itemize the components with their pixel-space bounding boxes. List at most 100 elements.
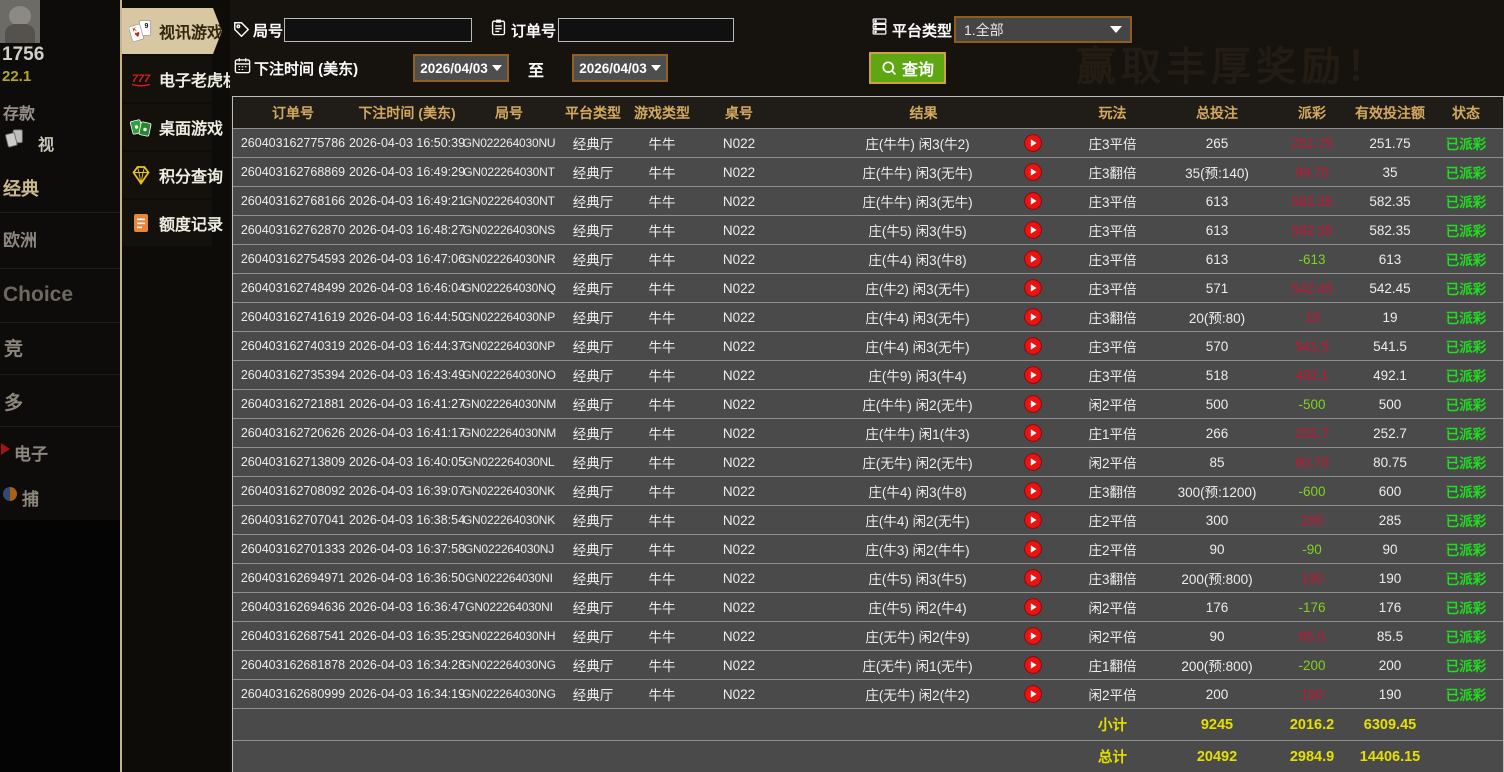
- valid-bet-cell: 251.75: [1369, 135, 1411, 151]
- order-number-input[interactable]: [558, 18, 734, 42]
- date-to-picker[interactable]: 2026/04/03: [572, 54, 668, 82]
- slot-777-icon: 777: [129, 67, 153, 91]
- order-number-cell: 260403162713809: [240, 455, 346, 469]
- valid-bet-cell: 90: [1382, 541, 1398, 557]
- menu-item-label: 额度记录: [159, 217, 224, 234]
- column-header: 平台类型: [565, 104, 621, 121]
- menu-item-video-games[interactable]: 9 K ♥ 视讯游戏: [122, 8, 222, 54]
- result-text: 庄(牛牛) 闲3(牛2): [865, 137, 970, 152]
- play-icon: [1024, 308, 1042, 326]
- replay-play-button[interactable]: [1024, 192, 1042, 210]
- replay-play-button[interactable]: [1024, 656, 1042, 674]
- menu-item-quota-records[interactable]: 额度记录: [122, 200, 223, 246]
- replay-play-button[interactable]: [1024, 163, 1042, 181]
- payout-cell: 251.75: [1291, 135, 1333, 151]
- table-number-cell: N022: [722, 483, 756, 499]
- order-number-cell: 260403162762870: [240, 223, 346, 237]
- round-number-cell: GN022264030NJ: [463, 542, 555, 556]
- payout-cell: 80.75: [1295, 454, 1329, 470]
- date-from-picker[interactable]: 2026/04/03: [413, 54, 509, 82]
- play-type-cell: 庄2平倍: [1088, 514, 1137, 529]
- column-header: 游戏类型: [634, 104, 690, 121]
- result-text: 庄(牛9) 闲3(牛4): [868, 369, 967, 384]
- divider: [0, 268, 120, 269]
- replay-play-button[interactable]: [1024, 453, 1042, 471]
- valid-bet-cell: 582.35: [1369, 222, 1411, 238]
- round-number-cell: GN022264030NM: [461, 426, 557, 440]
- table-number-cell: N022: [722, 222, 756, 238]
- total-bet-cell: 500: [1205, 396, 1229, 412]
- balance-amount: 1756: [2, 44, 45, 65]
- status-badge: 已派彩: [1445, 137, 1487, 152]
- order-number-cell: 260403162768166: [240, 194, 346, 208]
- platform-type-select[interactable]: 1.全部: [954, 16, 1132, 43]
- result-cell: 庄(牛牛) 闲3(无牛): [783, 158, 1064, 186]
- replay-play-button[interactable]: [1024, 250, 1042, 268]
- result-text: 庄(无牛) 闲2(牛9): [865, 630, 970, 645]
- replay-play-button[interactable]: [1024, 134, 1042, 152]
- valid-bet-cell: 542.45: [1369, 280, 1411, 296]
- round-number-input[interactable]: [284, 18, 472, 42]
- payout-cell: 190: [1300, 570, 1324, 586]
- replay-play-button[interactable]: [1024, 569, 1042, 587]
- status-badge: 已派彩: [1445, 543, 1487, 558]
- replay-play-button[interactable]: [1024, 337, 1042, 355]
- replay-play-button[interactable]: [1024, 482, 1042, 500]
- play-type-cell: 庄3平倍: [1088, 282, 1137, 297]
- playing-cards-icon: 9 K ♥: [129, 19, 153, 43]
- table-number-cell: N022: [722, 628, 756, 644]
- replay-play-button[interactable]: [1024, 366, 1042, 384]
- play-type-cell: 闲2平倍: [1088, 688, 1137, 703]
- replay-play-button[interactable]: [1024, 279, 1042, 297]
- summary-valid-bet: 14406.15: [1359, 748, 1421, 765]
- table-number-cell: N022: [722, 454, 756, 470]
- replay-play-button[interactable]: [1024, 424, 1042, 442]
- play-icon: [1024, 337, 1042, 355]
- total-bet-cell: 613: [1205, 251, 1229, 267]
- replay-play-button[interactable]: [1024, 627, 1042, 645]
- payout-cell: -600: [1298, 483, 1326, 499]
- search-button[interactable]: 查询: [869, 52, 947, 84]
- main-panel: 赢取丰厚奖励！ 局号 订单号 平台类型 1.全部 下注时间 (美东) 2026/…: [230, 0, 1504, 772]
- round-number-cell: GN022264030NS: [462, 223, 556, 237]
- total-bet-cell: 20(预:80): [1188, 311, 1246, 326]
- menu-item-slots[interactable]: 777 电子老虎机: [122, 56, 239, 102]
- table-number-cell: N022: [722, 570, 756, 586]
- ledger-document-icon: [129, 211, 153, 235]
- round-number-cell: GN022264030NP: [462, 339, 556, 353]
- replay-play-button[interactable]: [1024, 221, 1042, 239]
- play-type-cell: 庄3平倍: [1088, 195, 1137, 210]
- betting-records-page: 1756 22.1 存款 视 经典 欧洲 Choice 竞 多 电子 捕 9 K…: [0, 0, 1504, 772]
- date-to-value: 2026/04/03: [579, 60, 647, 76]
- valid-bet-cell: 190: [1378, 686, 1402, 702]
- play-icon: [1024, 569, 1042, 587]
- bet-time-cell: 2026-04-03 16:44:37: [348, 339, 466, 353]
- play-type-cell: 闲2平倍: [1088, 456, 1137, 471]
- game-type-cell: 牛牛: [648, 282, 676, 297]
- replay-play-button[interactable]: [1024, 540, 1042, 558]
- summary-label: 总计: [1098, 750, 1127, 766]
- valid-bet-cell: 176: [1378, 599, 1402, 615]
- payout-cell: 190: [1300, 686, 1324, 702]
- valid-bet-cell: 19: [1382, 309, 1398, 325]
- menu-item-points-query[interactable]: 积分查询: [122, 152, 223, 198]
- payout-cell: -500: [1298, 396, 1326, 412]
- replay-play-button[interactable]: [1024, 598, 1042, 616]
- replay-play-button[interactable]: [1024, 308, 1042, 326]
- valid-bet-cell: 35: [1382, 164, 1398, 180]
- nav-choice-partial: Choice: [3, 283, 74, 306]
- valid-bet-cell: 613: [1378, 251, 1402, 267]
- play-icon: [1024, 221, 1042, 239]
- menu-item-table-games[interactable]: 桌面游戏: [122, 104, 223, 150]
- play-type-cell: 庄3平倍: [1088, 224, 1137, 239]
- platform-cell: 经典厅: [572, 456, 614, 471]
- table-row: 260403162708092 2026-04-03 16:39:07 GN02…: [233, 476, 1503, 505]
- game-type-cell: 牛牛: [648, 224, 676, 239]
- date-from-value: 2026/04/03: [420, 60, 488, 76]
- replay-play-button[interactable]: [1024, 685, 1042, 703]
- replay-play-button[interactable]: [1024, 395, 1042, 413]
- result-cell: 庄(牛5) 闲3(牛5): [783, 564, 1064, 592]
- replay-play-button[interactable]: [1024, 511, 1042, 529]
- calendar-icon: [234, 58, 251, 74]
- round-number-cell: GN022264030NG: [462, 658, 556, 672]
